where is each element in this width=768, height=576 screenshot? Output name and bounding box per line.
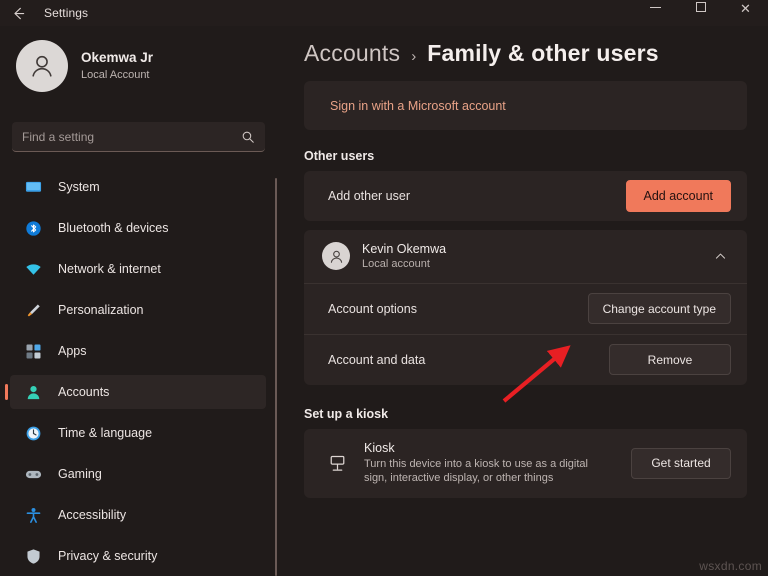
user-profile[interactable]: Okemwa Jr Local Account bbox=[0, 26, 288, 92]
settings-window: Settings ✕ Okemwa Jr Local Ac bbox=[0, 0, 768, 576]
back-button[interactable] bbox=[0, 0, 36, 26]
account-options-row: Account options Change account type bbox=[304, 284, 747, 334]
app-title: Settings bbox=[44, 6, 88, 20]
remove-account-button[interactable]: Remove bbox=[609, 344, 731, 375]
breadcrumb-parent[interactable]: Accounts bbox=[304, 40, 400, 67]
main-content: Accounts › Family & other users Sign in … bbox=[296, 26, 768, 576]
add-other-user-row: Add other user Add account bbox=[304, 171, 747, 221]
user-account-header[interactable]: Kevin Okemwa Local account bbox=[304, 230, 747, 283]
kiosk-display-icon bbox=[324, 454, 350, 473]
section-title-other-users: Other users bbox=[304, 149, 768, 163]
close-button[interactable]: ✕ bbox=[723, 0, 768, 26]
sidebar-item-label: Accounts bbox=[58, 385, 109, 399]
add-other-user-card: Add other user Add account bbox=[304, 171, 747, 221]
sidebar-nav: System Bluetooth & devices Network bbox=[0, 170, 276, 576]
sidebar-item-gaming[interactable]: Gaming bbox=[10, 457, 266, 491]
sidebar-item-system[interactable]: System bbox=[10, 170, 266, 204]
minimize-button[interactable] bbox=[633, 0, 678, 26]
person-avatar-icon bbox=[27, 51, 57, 81]
watermark: wsxdn.com bbox=[699, 559, 762, 573]
breadcrumb: Accounts › Family & other users bbox=[296, 26, 768, 67]
close-icon: ✕ bbox=[740, 2, 751, 15]
sidebar-item-label: Bluetooth & devices bbox=[58, 221, 169, 235]
profile-name: Okemwa Jr bbox=[81, 50, 153, 67]
sidebar-item-accessibility[interactable]: Accessibility bbox=[10, 498, 266, 532]
add-account-button[interactable]: Add account bbox=[626, 180, 732, 212]
system-monitor-icon bbox=[24, 178, 42, 196]
sidebar-item-time-language[interactable]: Time & language bbox=[10, 416, 266, 450]
sidebar-item-apps[interactable]: Apps bbox=[10, 334, 266, 368]
person-avatar-icon bbox=[328, 248, 345, 265]
maximize-button[interactable] bbox=[678, 0, 723, 26]
account-and-data-label: Account and data bbox=[328, 353, 609, 367]
sidebar-item-privacy-security[interactable]: Privacy & security bbox=[10, 539, 266, 573]
section-title-kiosk: Set up a kiosk bbox=[304, 407, 768, 421]
account-options-label: Account options bbox=[328, 302, 588, 316]
title-bar: Settings ✕ bbox=[0, 0, 768, 26]
page-title: Family & other users bbox=[427, 40, 659, 67]
sidebar-item-label: Apps bbox=[58, 344, 87, 358]
get-started-button[interactable]: Get started bbox=[631, 448, 731, 479]
kiosk-row: Kiosk Turn this device into a kiosk to u… bbox=[304, 429, 747, 499]
sidebar-scrollbar[interactable] bbox=[275, 178, 277, 576]
sidebar-item-bluetooth-devices[interactable]: Bluetooth & devices bbox=[10, 211, 266, 245]
sidebar-item-label: Personalization bbox=[58, 303, 143, 317]
sidebar-item-network-internet[interactable]: Network & internet bbox=[10, 252, 266, 286]
clock-icon bbox=[24, 424, 42, 442]
sidebar-item-personalization[interactable]: Personalization bbox=[10, 293, 266, 327]
search-input[interactable] bbox=[22, 130, 241, 144]
sidebar-item-accounts[interactable]: Accounts bbox=[10, 375, 266, 409]
kiosk-title: Kiosk bbox=[364, 441, 631, 455]
bluetooth-icon bbox=[24, 219, 42, 237]
accounts-person-icon bbox=[24, 383, 42, 401]
account-and-data-row: Account and data Remove bbox=[304, 335, 747, 385]
search-icon bbox=[241, 130, 255, 144]
kiosk-card: Kiosk Turn this device into a kiosk to u… bbox=[304, 429, 747, 499]
microsoft-account-card[interactable]: Sign in with a Microsoft account bbox=[304, 81, 747, 130]
minimize-icon bbox=[650, 7, 661, 8]
paintbrush-icon bbox=[24, 301, 42, 319]
profile-subtitle: Local Account bbox=[81, 68, 153, 82]
kiosk-description: Turn this device into a kiosk to use as … bbox=[364, 457, 614, 487]
window-controls: ✕ bbox=[633, 0, 768, 26]
sidebar-item-label: System bbox=[58, 180, 100, 194]
wifi-icon bbox=[24, 260, 42, 278]
sidebar: Okemwa Jr Local Account bbox=[0, 26, 288, 576]
change-account-type-button[interactable]: Change account type bbox=[588, 293, 731, 324]
user-account-card: Kevin Okemwa Local account Account optio… bbox=[304, 230, 747, 385]
shield-icon bbox=[24, 547, 42, 565]
apps-grid-icon bbox=[24, 342, 42, 360]
chevron-right-icon: › bbox=[411, 48, 416, 65]
add-other-user-label: Add other user bbox=[328, 189, 626, 203]
sidebar-item-label: Time & language bbox=[58, 426, 152, 440]
sidebar-item-label: Privacy & security bbox=[58, 549, 157, 563]
maximize-icon bbox=[696, 2, 706, 12]
microsoft-account-link[interactable]: Sign in with a Microsoft account bbox=[330, 99, 506, 113]
sidebar-item-label: Gaming bbox=[58, 467, 102, 481]
user-subtitle: Local account bbox=[362, 257, 714, 271]
user-name: Kevin Okemwa bbox=[362, 241, 714, 257]
sidebar-item-label: Accessibility bbox=[58, 508, 126, 522]
avatar bbox=[322, 242, 350, 270]
chevron-up-icon[interactable] bbox=[714, 250, 731, 263]
avatar bbox=[16, 40, 68, 92]
back-arrow-icon bbox=[11, 6, 26, 21]
gamepad-icon bbox=[24, 465, 42, 483]
accessibility-person-icon bbox=[24, 506, 42, 524]
sidebar-item-label: Network & internet bbox=[58, 262, 161, 276]
search-box[interactable] bbox=[12, 122, 265, 152]
